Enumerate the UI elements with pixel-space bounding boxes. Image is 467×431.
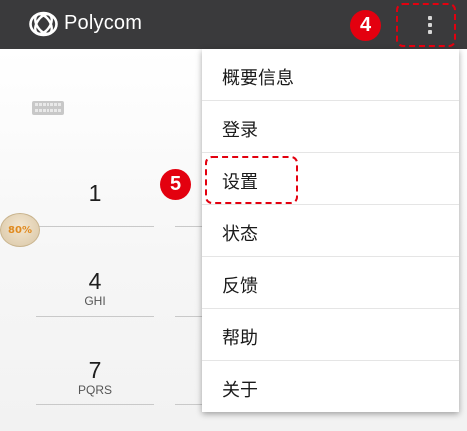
step-badge-4: 4 xyxy=(350,10,381,41)
menu-item-label: 帮助 xyxy=(222,328,258,349)
keyboard-icon[interactable] xyxy=(32,101,64,115)
dial-key-digit: 7 xyxy=(88,357,102,383)
step-badge-5: 5 xyxy=(160,169,191,200)
brand-name: Polycom xyxy=(64,12,143,34)
menu-item-feedback[interactable]: 反馈 xyxy=(202,257,459,309)
divider xyxy=(36,404,154,405)
menu-item-overview[interactable]: 概要信息 xyxy=(202,49,459,101)
divider xyxy=(175,226,202,227)
dial-key-digit: 1 xyxy=(88,180,102,206)
highlight-settings xyxy=(205,156,298,204)
dial-key-digit: 4 xyxy=(88,268,102,294)
menu-item-label: 概要信息 xyxy=(222,68,294,89)
menu-item-status[interactable]: 状态 xyxy=(202,205,459,257)
divider xyxy=(36,316,154,317)
menu-item-label: 状态 xyxy=(222,224,258,245)
divider xyxy=(175,404,202,405)
menu-item-help[interactable]: 帮助 xyxy=(202,309,459,361)
dial-key-7[interactable]: 7 PQRS xyxy=(36,357,154,397)
dial-key-letters: PQRS xyxy=(77,383,112,397)
menu-item-label: 关于 xyxy=(222,380,258,401)
divider xyxy=(36,226,154,227)
polycom-logo-icon xyxy=(29,11,58,37)
divider xyxy=(175,316,202,317)
menu-item-label: 登录 xyxy=(222,120,258,141)
dial-key-1[interactable]: 1 xyxy=(36,180,154,206)
dial-key-letters: GHI xyxy=(84,294,106,308)
overflow-menu: 概要信息 登录 设置 状态 反馈 帮助 关于 xyxy=(202,49,459,412)
highlight-more-options xyxy=(396,3,456,47)
menu-item-login[interactable]: 登录 xyxy=(202,101,459,153)
dial-key-4[interactable]: 4 GHI xyxy=(36,268,154,308)
progress-badge: 80% xyxy=(0,213,40,247)
menu-item-label: 反馈 xyxy=(222,276,258,297)
menu-item-about[interactable]: 关于 xyxy=(202,361,459,413)
